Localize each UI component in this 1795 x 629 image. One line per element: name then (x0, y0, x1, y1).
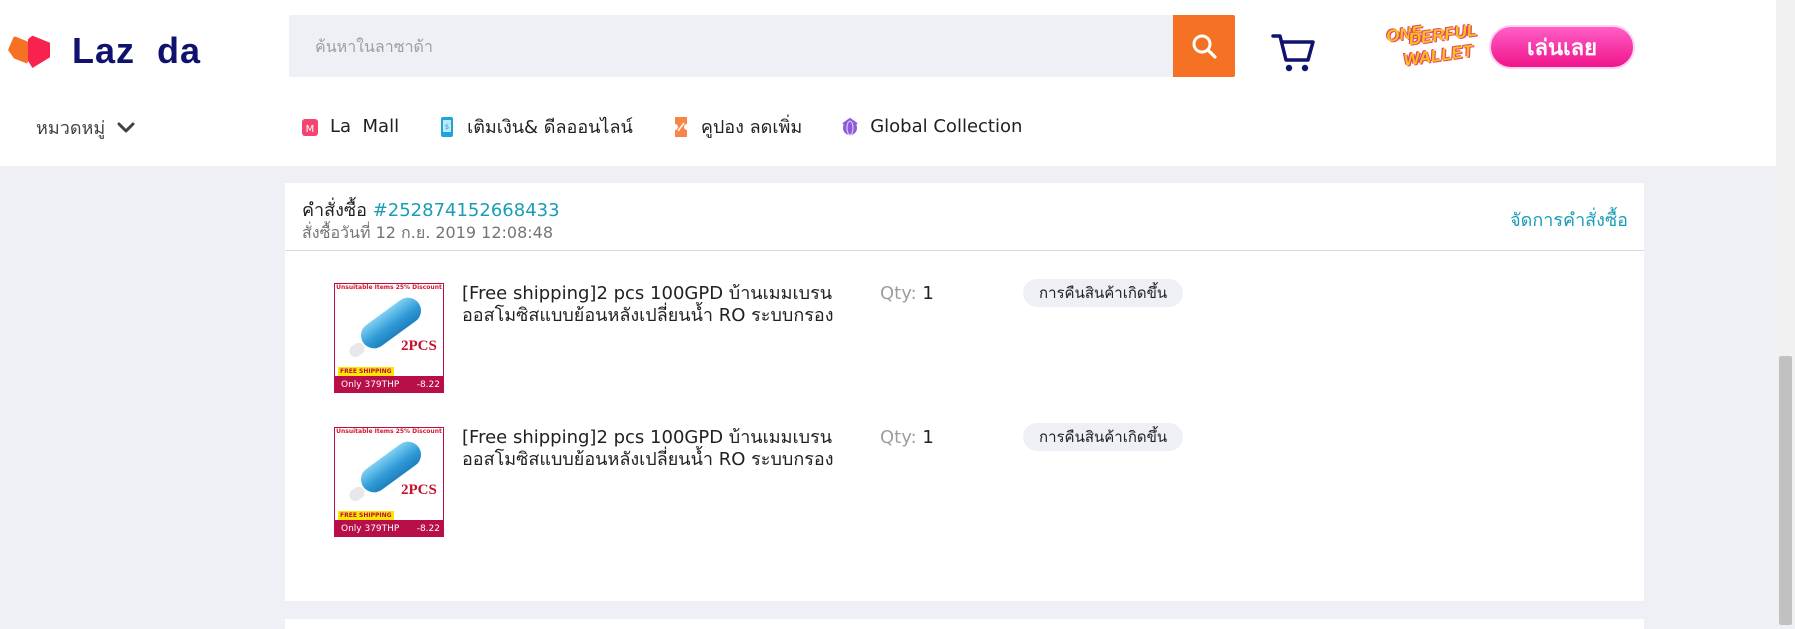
svg-text:M: M (306, 124, 315, 135)
order-card: คำสั่งซื้อ #252874152668433 สั่งซื้อวันท… (285, 183, 1644, 601)
qty-label: Qty: (880, 427, 917, 448)
search-bar (289, 15, 1235, 77)
status-badge: การคืนสินค้าเกิดขึ้น (1023, 279, 1184, 307)
cart-icon (1271, 34, 1315, 72)
order-label: คำสั่งซื้อ (302, 200, 367, 221)
product-title-link[interactable]: [Free shipping]2 pcs 100GPD บ้านเมมเบรนอ… (462, 427, 852, 471)
manage-order-link[interactable]: จัดการคำสั่งซื้อ (1510, 205, 1628, 234)
topup-phone-icon: $ (441, 116, 454, 137)
item-quantity: Qty: 1 (880, 283, 934, 305)
product-title-link[interactable]: [Free shipping]2 pcs 100GPD บ้านเมมเบรนอ… (462, 283, 852, 327)
product-thumbnail[interactable]: Unsuitable Items 25% Discount 2PCS FREE … (334, 427, 444, 537)
order-id-link[interactable]: #252874152668433 (373, 200, 560, 221)
product-thumbnail[interactable]: Unsuitable Items 25% Discount 2PCS FREE … (334, 283, 444, 393)
lazada-heart-icon (8, 32, 56, 70)
subnav-topup[interactable]: $ เติมเงิน& ดีลออนไลน์ (437, 112, 633, 141)
logo-text: Laz da (72, 30, 202, 71)
page-scrollbar-thumb[interactable] (1779, 356, 1792, 625)
order-header: คำสั่งซื้อ #252874152668433 สั่งซื้อวันท… (285, 183, 1644, 251)
wonderful-wallet-art: ONE DERFUL WALLET (1384, 20, 1479, 70)
order-item: Unsuitable Items 25% Discount 2PCS FREE … (334, 423, 1434, 539)
subnav-label: La Mall (330, 116, 400, 137)
qty-label: Qty: (880, 283, 917, 304)
subnav-label: เติมเงิน& ดีลออนไลน์ (467, 117, 633, 138)
coupon-icon (674, 116, 687, 137)
cart-button[interactable] (1270, 30, 1318, 74)
status-badge: การคืนสินค้าเกิดขึ้น (1023, 423, 1184, 451)
item-quantity: Qty: 1 (880, 427, 934, 449)
sub-navigation: M La Mall $ เติมเงิน& ดีลออนไลน์ คูปอง ล… (300, 112, 1060, 141)
category-label: หมวดหมู่ (36, 118, 106, 139)
search-button[interactable] (1173, 15, 1235, 77)
svg-text:$: $ (445, 123, 449, 131)
lazmall-icon: M (302, 118, 318, 136)
next-order-card-edge (285, 619, 1644, 629)
chevron-down-icon (117, 122, 135, 132)
wonderful-wallet-promo[interactable]: ONE DERFUL WALLET เล่นเลย (1384, 16, 1638, 76)
search-input[interactable] (289, 15, 1169, 77)
play-now-button[interactable]: เล่นเลย (1489, 25, 1635, 69)
search-icon (1192, 34, 1217, 59)
subnav-label: Global Collection (870, 116, 1023, 137)
subnav-lazmall[interactable]: M La Mall (300, 116, 399, 138)
order-number: คำสั่งซื้อ #252874152668433 (302, 195, 560, 224)
subnav-coupon[interactable]: คูปอง ลดเพิ่ม (671, 112, 802, 141)
subnav-global-collection[interactable]: Global Collection (840, 116, 1022, 138)
lazada-logo[interactable]: Laz da (8, 30, 201, 72)
qty-value: 1 (922, 427, 934, 448)
subnav-label: คูปอง ลดเพิ่ม (700, 117, 803, 138)
top-header: Laz da ONE DERFUL WALLET เล่นเลย หมวดหมู… (0, 0, 1776, 166)
order-item: Unsuitable Items 25% Discount 2PCS FREE … (334, 279, 1434, 395)
global-collection-icon (842, 117, 858, 136)
order-date: สั่งซื้อวันที่ 12 ก.ย. 2019 12:08:48 (302, 223, 554, 242)
category-dropdown[interactable]: หมวดหมู่ (36, 113, 135, 142)
qty-value: 1 (922, 283, 934, 304)
